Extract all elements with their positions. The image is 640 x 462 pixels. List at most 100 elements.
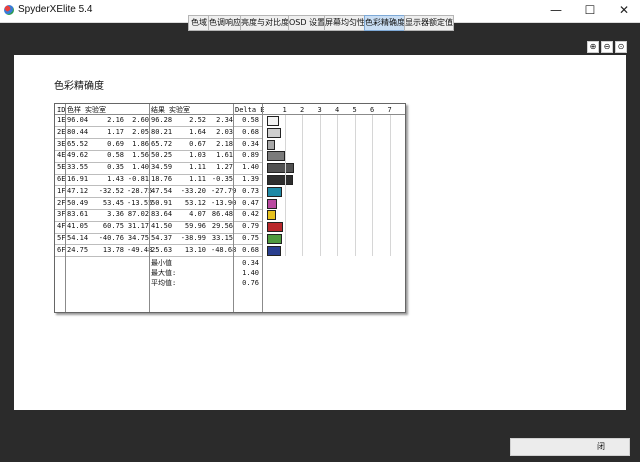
column-divider (233, 104, 234, 312)
table-cell: 33.55 (67, 163, 89, 172)
table-cell: 2.16 (107, 116, 124, 124)
tab-uniformity[interactable]: 屏幕均匀性 (324, 15, 366, 31)
delta-e-bar (267, 127, 281, 138)
table-cell: 0.47 (242, 198, 259, 207)
table-cell: 13.78 (102, 245, 124, 254)
table-cell: 60.75 (102, 222, 124, 231)
table-cell: 83.64 (151, 210, 173, 219)
table-cell: 4.07 (189, 210, 206, 219)
column-divider (149, 104, 150, 312)
table-cell: 34.59 (151, 163, 173, 172)
summary-value: 1.40 (242, 268, 259, 277)
table-cell: 1.56 (132, 151, 149, 160)
table-cell: 1.86 (132, 139, 149, 148)
table-cell: 0.42 (242, 210, 259, 219)
delta-e-bar (267, 186, 282, 197)
summary-label: 平均值: (151, 278, 177, 287)
table-cell: 50.91 (151, 198, 173, 207)
table-cell: 47.12 (67, 186, 89, 195)
table-cell: 87.02 (127, 210, 149, 219)
table-cell: 1.40 (132, 163, 149, 172)
table-cell: 16.91 (67, 175, 89, 183)
tab-osd-settings[interactable]: OSD 设置 (288, 15, 326, 31)
page-title: 色彩精确度 (54, 81, 104, 92)
table-cell: 2.60 (132, 116, 149, 124)
scale-gridline (372, 114, 373, 256)
table-cell: 1.64 (189, 127, 206, 136)
delta-e-bar (267, 151, 285, 162)
table-cell: 50.25 (151, 151, 173, 160)
table-cell: 49.62 (67, 151, 89, 160)
scale-gridline (319, 114, 321, 256)
tab-display-rating[interactable]: 显示器额定值 (404, 15, 454, 31)
app-logo-icon (4, 5, 14, 15)
tab-gamut[interactable]: 色域 (188, 15, 210, 31)
scale-gridline (302, 114, 303, 256)
table-cell: -40.76 (98, 234, 124, 242)
table-cell: 0.58 (242, 116, 259, 124)
table-cell: -0.81 (127, 175, 149, 183)
table-cell: 0.34 (242, 139, 259, 148)
tab-tone-response[interactable]: 色调响应 (208, 15, 242, 31)
scale-gridline (389, 114, 391, 256)
table-cell: 0.79 (242, 222, 259, 231)
delta-e-bar (267, 222, 283, 233)
table-cell: 2.34 (216, 116, 233, 124)
table-cell: -38.99 (180, 234, 206, 242)
close-report-label: 闭 (597, 442, 605, 451)
table-cell: 96.04 (67, 116, 89, 124)
table-cell: 1.11 (189, 175, 206, 183)
delta-e-bar (267, 198, 278, 209)
scale-gridline (354, 114, 356, 256)
table-cell: 1.17 (107, 127, 124, 136)
close-report-button[interactable]: 闭 (510, 438, 630, 456)
table-cell: 65.52 (67, 139, 89, 148)
table-cell: 24.75 (67, 245, 89, 254)
table-cell: 0.73 (242, 186, 259, 195)
tab-brightness-contrast[interactable]: 亮度与对比度 (240, 15, 290, 31)
table-cell: 1.03 (189, 151, 206, 160)
zoom-in-icon[interactable]: ⊕ (587, 41, 599, 53)
table-cell: 59.96 (184, 222, 206, 231)
table-cell: -0.35 (211, 175, 233, 183)
table-cell: -33.20 (180, 186, 206, 195)
zoom-fit-icon[interactable]: ⊙ (615, 41, 627, 53)
table-cell: -13.90 (211, 198, 237, 207)
table-cell: 0.68 (242, 127, 259, 136)
table-cell: 80.21 (151, 127, 173, 136)
delta-e-bar (267, 234, 283, 244)
table-cell: 2.18 (216, 139, 233, 148)
color-accuracy-table: ID 色样 实验室 结果 实验室 Delta E 1 2 3 4 5 6 7 1E 96.04 2… (54, 103, 406, 313)
table-cell: 0.67 (189, 139, 206, 148)
table-cell: 80.44 (67, 127, 89, 136)
table-cell: 0.35 (107, 163, 124, 172)
tab-color-accuracy[interactable]: 色彩精确度 (364, 15, 406, 31)
table-cell: 13.10 (184, 245, 206, 254)
summary-label: 最大值: (151, 268, 177, 277)
table-cell: 2.03 (216, 127, 233, 136)
delta-e-bar (267, 163, 294, 174)
table-cell: 50.49 (67, 198, 89, 207)
table-cell: 0.75 (242, 234, 259, 242)
table-cell: 1.43 (107, 175, 124, 183)
table-cell: 47.54 (151, 186, 173, 195)
table-cell: 1.39 (242, 175, 259, 183)
table-cell: -27.79 (211, 186, 237, 195)
table-cell: 54.37 (151, 234, 173, 242)
header-divider (55, 114, 405, 115)
table-cell: 3.36 (107, 210, 124, 219)
table-cell: 1.61 (216, 151, 233, 160)
table-cell: 65.72 (151, 139, 173, 148)
summary-value: 0.34 (242, 258, 259, 267)
table-cell: 83.61 (67, 210, 89, 219)
column-divider (262, 104, 263, 312)
table-cell: -49.48 (127, 245, 153, 254)
zoom-out-icon[interactable]: ⊖ (601, 41, 613, 53)
scale-gridline (284, 114, 286, 256)
report-page: 色彩精确度 ID 色样 实验室 结果 实验室 Delta E 1 2 3 4 5 6 7 1E… (14, 55, 626, 410)
summary-value: 0.76 (242, 278, 259, 287)
table-cell: 0.68 (242, 245, 259, 254)
table-cell: 86.48 (211, 210, 233, 219)
table-cell: 2.52 (189, 116, 206, 124)
table-cell: 0.89 (242, 151, 259, 160)
